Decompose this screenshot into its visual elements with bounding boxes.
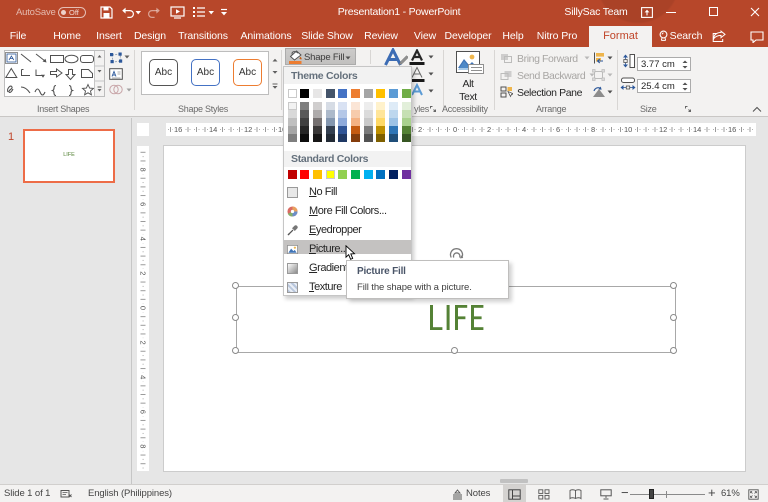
svg-text:4: 4 [138, 375, 147, 379]
svg-text:0: 0 [138, 306, 147, 310]
svg-text:6: 6 [138, 410, 147, 414]
svg-text:8: 8 [138, 168, 147, 172]
svg-text:8: 8 [138, 444, 147, 448]
svg-text:2: 2 [138, 271, 147, 275]
svg-text:6: 6 [138, 202, 147, 206]
svg-text:2: 2 [138, 341, 147, 345]
svg-text:4: 4 [138, 237, 147, 241]
